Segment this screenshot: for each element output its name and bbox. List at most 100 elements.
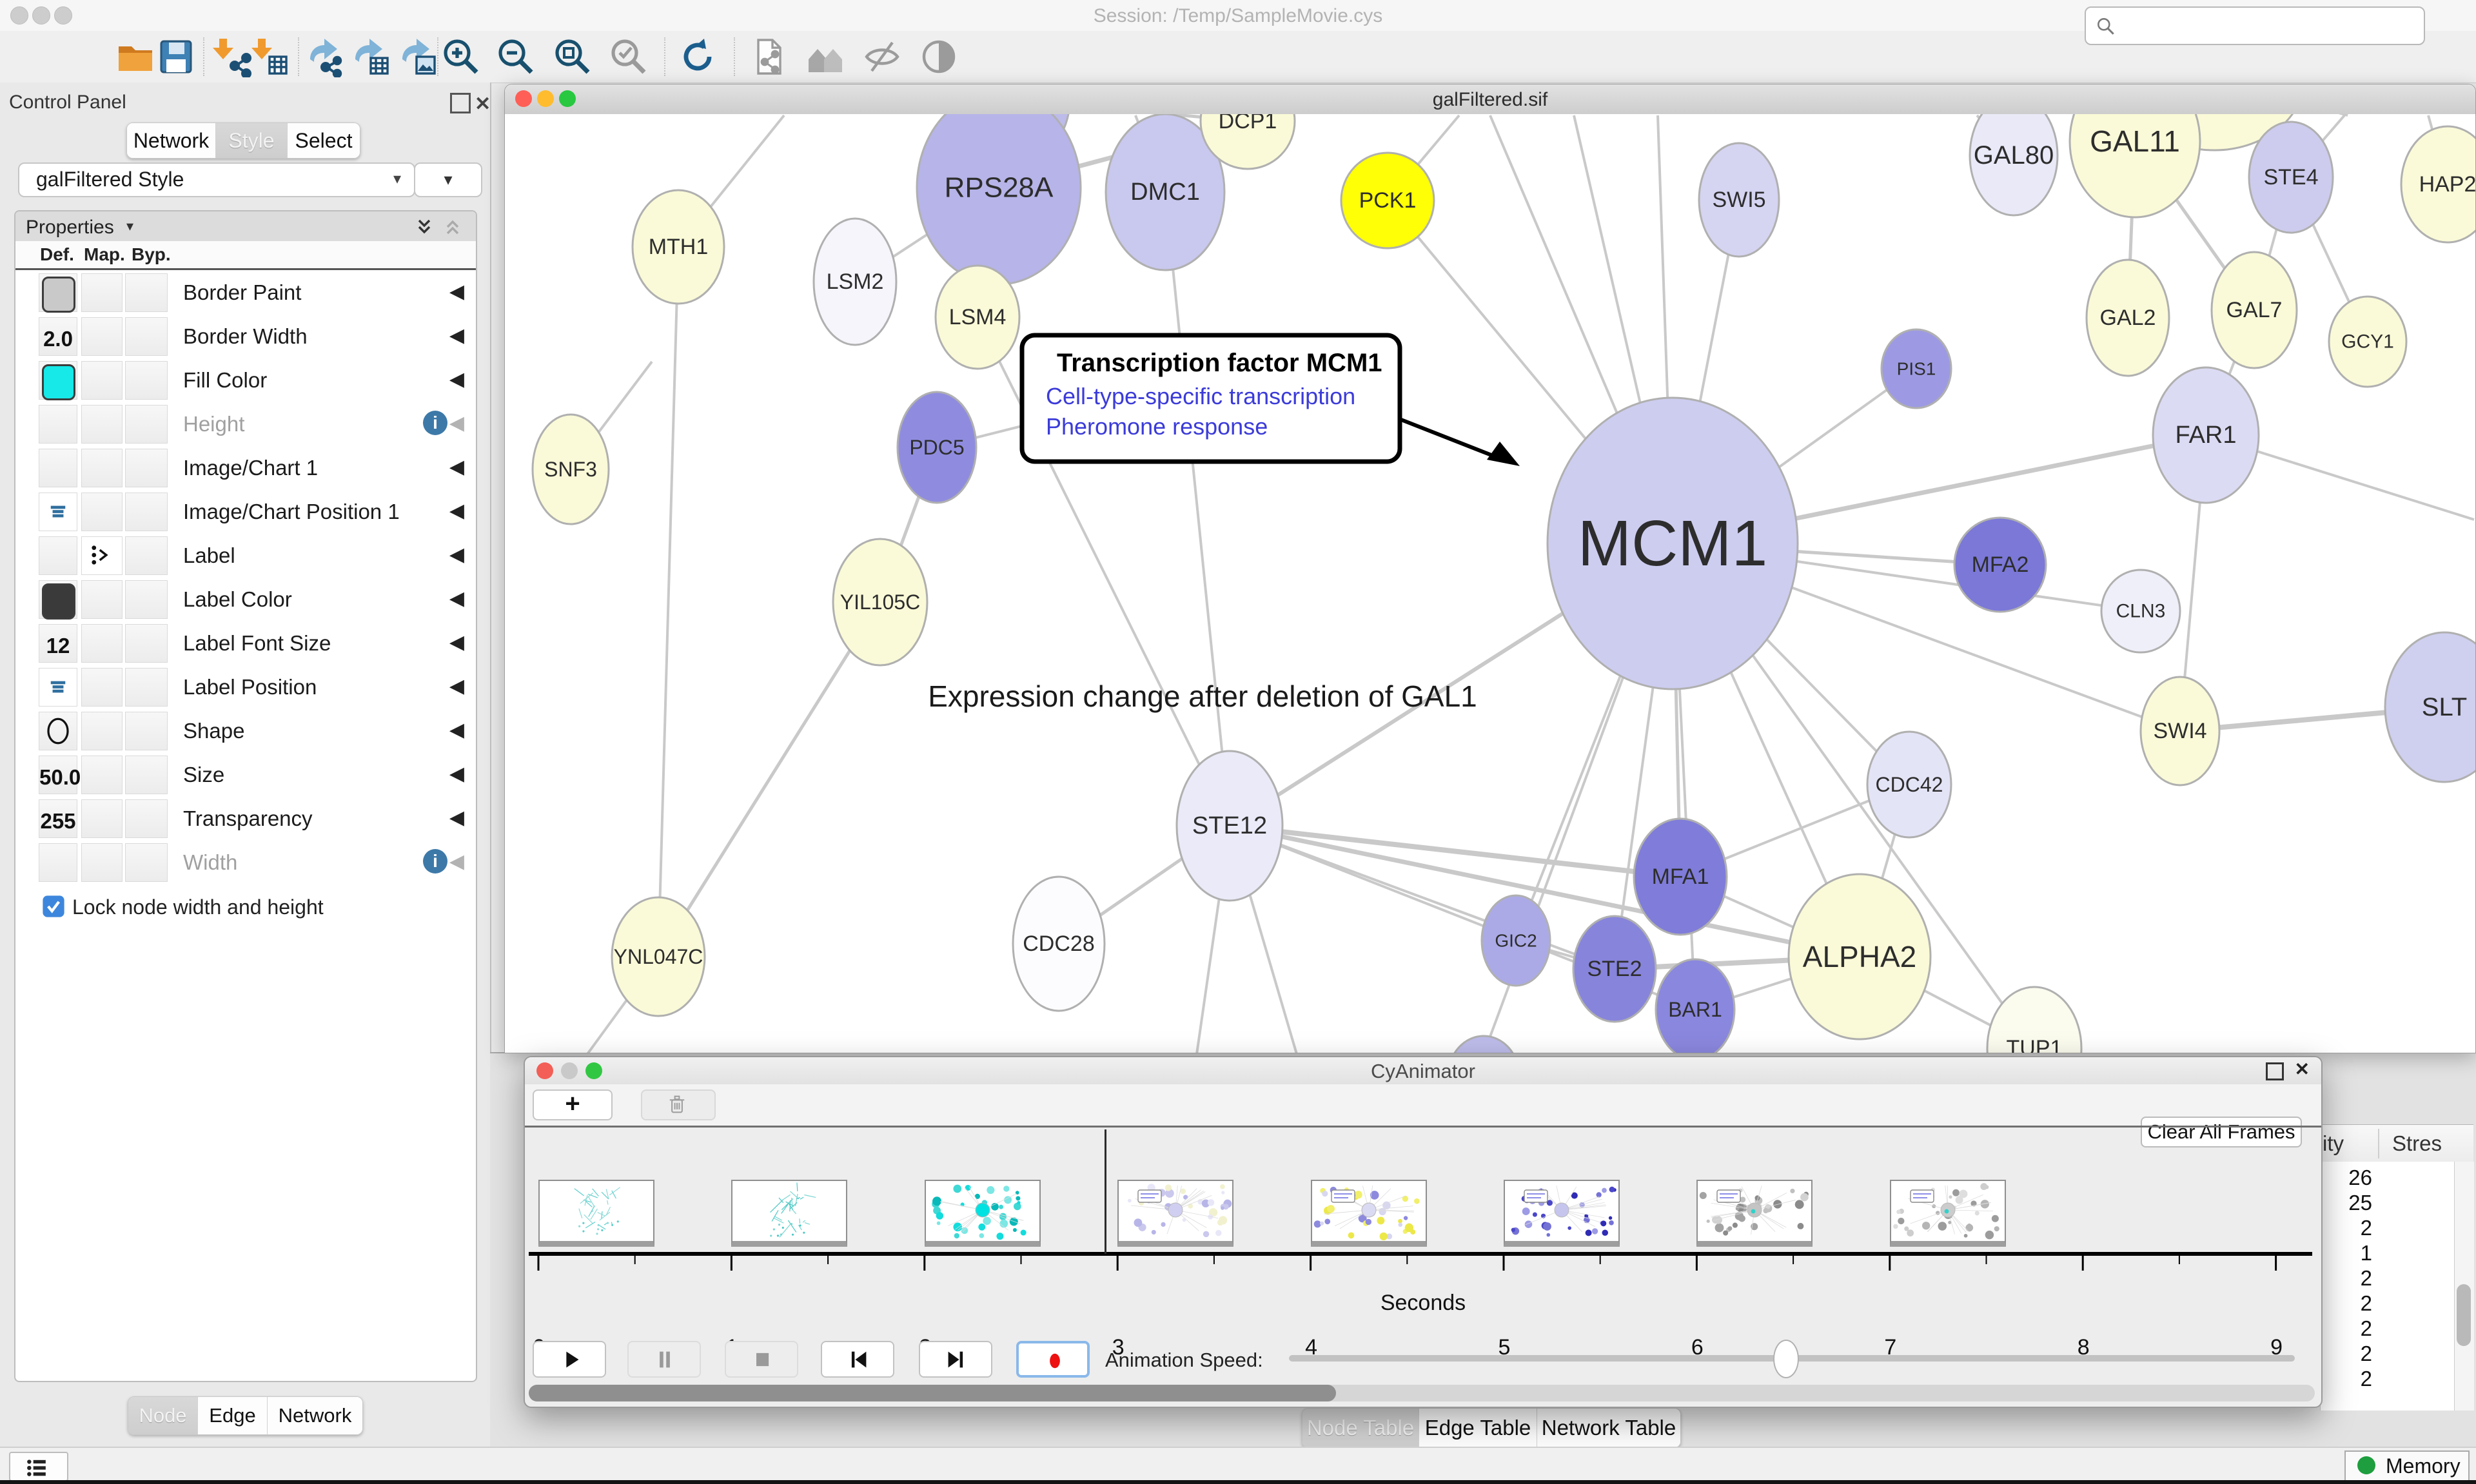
network-overview-icon[interactable] [805, 36, 846, 77]
frame-thumbnail-6[interactable] [1696, 1180, 1813, 1247]
table-tab-network-table[interactable]: Network Table [1537, 1409, 1680, 1447]
zoom-out-icon[interactable] [495, 36, 536, 77]
property-expand-arrow[interactable]: ◀ [449, 719, 464, 741]
skip-to-end-button[interactable] [919, 1341, 992, 1378]
task-history-button[interactable] [9, 1452, 68, 1481]
table-scrollbar-thumb[interactable] [2457, 1284, 2471, 1346]
table-tab-node-table[interactable]: Node Table [1302, 1409, 1419, 1447]
table-row[interactable]: 2 [2321, 1367, 2372, 1391]
property-expand-arrow[interactable]: ◀ [449, 587, 464, 610]
cyanimator-close2-icon[interactable]: ✕ [2295, 1059, 2310, 1080]
network-edge[interactable] [1165, 192, 1230, 826]
import-network-icon[interactable] [210, 36, 251, 77]
property-expand-arrow[interactable]: ◀ [449, 763, 464, 785]
table-row[interactable]: 26 [2321, 1166, 2372, 1190]
import-table-icon[interactable] [249, 36, 290, 77]
clone-network-icon[interactable] [748, 36, 789, 77]
pause-button[interactable] [627, 1341, 701, 1378]
control-panel-float-icon[interactable] [450, 93, 471, 113]
property-expand-arrow[interactable]: ◀ [449, 324, 464, 347]
property-row[interactable]: Shape◀ [15, 708, 476, 753]
property-expand-arrow[interactable]: ◀ [449, 412, 464, 434]
frame-thumbnail-4[interactable] [1311, 1180, 1427, 1247]
record-button[interactable] [1016, 1341, 1090, 1378]
hide-graphics-icon[interactable] [861, 36, 903, 77]
color-swatch[interactable] [42, 277, 75, 313]
property-row[interactable]: Widthi◀ [15, 840, 476, 884]
property-row[interactable]: Heighti◀ [15, 402, 476, 446]
zoom-selected-icon[interactable] [608, 36, 649, 77]
default-value[interactable]: 255 [39, 809, 77, 834]
tab-network[interactable]: Network [127, 123, 216, 158]
tab-select[interactable]: Select [288, 123, 360, 158]
zoom-in-icon[interactable] [440, 36, 482, 77]
open-session-icon[interactable] [115, 36, 156, 77]
timeline-scrollbar-thumb[interactable] [529, 1385, 1336, 1401]
frame-thumbnail-1[interactable] [731, 1180, 847, 1247]
expand-all-icon[interactable] [414, 217, 435, 237]
info-icon[interactable]: i [423, 849, 447, 874]
property-row[interactable]: 50.0Size◀ [15, 752, 476, 797]
cyanimator-title-bar[interactable]: CyAnimator ✕ [525, 1057, 2321, 1084]
table-scrollbar[interactable] [2454, 1162, 2474, 1411]
property-expand-arrow[interactable]: ◀ [449, 850, 464, 873]
refresh-icon[interactable] [677, 36, 718, 77]
properties-header[interactable]: Properties ▾ [15, 211, 476, 242]
frame-thumbnail-0[interactable] [538, 1180, 654, 1247]
add-frame-button[interactable]: + [533, 1089, 613, 1120]
export-image-icon[interactable] [397, 36, 438, 77]
style-options-button[interactable]: ▾ [414, 162, 482, 197]
property-row[interactable]: Label Position◀ [15, 665, 476, 709]
property-expand-arrow[interactable]: ◀ [449, 500, 464, 522]
zoom-fit-icon[interactable] [552, 36, 593, 77]
property-row[interactable]: 12Label Font Size◀ [15, 621, 476, 665]
table-row[interactable]: 25 [2321, 1191, 2372, 1215]
annotation-link[interactable]: Cell-type-specific transcription [1046, 383, 1355, 409]
frame-thumbnail-3[interactable] [1117, 1180, 1233, 1247]
export-table-icon[interactable] [350, 36, 391, 77]
frame-thumbnail-7[interactable] [1890, 1180, 2006, 1247]
memory-button[interactable]: Memory [2344, 1450, 2470, 1481]
table-row[interactable]: 2 [2321, 1291, 2372, 1316]
property-expand-arrow[interactable]: ◀ [449, 280, 464, 303]
network-window-title-bar[interactable]: galFiltered.sif [505, 84, 2475, 115]
network-canvas[interactable]: RPS28ADMC1DCP1PCK1MTH1LSM2LSM4SNF3PDC5YI… [505, 114, 2475, 1053]
property-row[interactable]: 2.0Border Width◀ [15, 314, 476, 358]
frame-thumbnail-5[interactable] [1504, 1180, 1620, 1247]
table-row[interactable]: 1 [2321, 1241, 2372, 1265]
bottom-tab-edge[interactable]: Edge [198, 1397, 268, 1434]
network-node-bot1[interactable] [1448, 1036, 1519, 1053]
save-session-icon[interactable] [155, 36, 196, 77]
property-row[interactable]: Fill Color◀ [15, 358, 476, 402]
color-swatch[interactable] [42, 583, 75, 620]
property-row[interactable]: Border Paint◀ [15, 270, 476, 315]
export-network-icon[interactable] [305, 36, 346, 77]
info-icon[interactable]: i [423, 411, 447, 435]
style-selector[interactable]: galFiltered Style ▾ [18, 162, 415, 197]
property-row[interactable]: Image/Chart 1◀ [15, 445, 476, 490]
network-edge[interactable] [658, 602, 880, 957]
default-value[interactable]: 50.0 [39, 765, 77, 790]
bottom-tab-node[interactable]: Node [128, 1397, 198, 1434]
default-value[interactable]: 2.0 [39, 327, 77, 351]
table-row[interactable]: 2 [2321, 1216, 2372, 1240]
search-input[interactable] [2085, 6, 2425, 45]
table-row[interactable]: 2 [2321, 1266, 2372, 1291]
annotation-link[interactable]: Pheromone response [1046, 413, 1268, 440]
table-tab-edge-table[interactable]: Edge Table [1419, 1409, 1537, 1447]
property-row[interactable]: Label Color◀ [15, 577, 476, 621]
network-graph[interactable]: RPS28ADMC1DCP1PCK1MTH1LSM2LSM4SNF3PDC5YI… [505, 114, 2475, 1053]
skip-to-start-button[interactable] [821, 1341, 894, 1378]
property-expand-arrow[interactable]: ◀ [449, 456, 464, 478]
table-column-ity[interactable]: ity [2323, 1131, 2344, 1156]
default-value[interactable]: 12 [39, 634, 77, 658]
bottom-tab-network[interactable]: Network [268, 1397, 362, 1434]
play-button[interactable] [533, 1341, 606, 1378]
color-swatch[interactable] [42, 364, 75, 400]
property-row[interactable]: 255Transparency◀ [15, 796, 476, 841]
property-expand-arrow[interactable]: ◀ [449, 368, 464, 391]
property-row[interactable]: Image/Chart Position 1◀ [15, 489, 476, 534]
property-expand-arrow[interactable]: ◀ [449, 631, 464, 654]
network-edge[interactable] [658, 247, 678, 957]
table-row[interactable]: 2 [2321, 1316, 2372, 1341]
